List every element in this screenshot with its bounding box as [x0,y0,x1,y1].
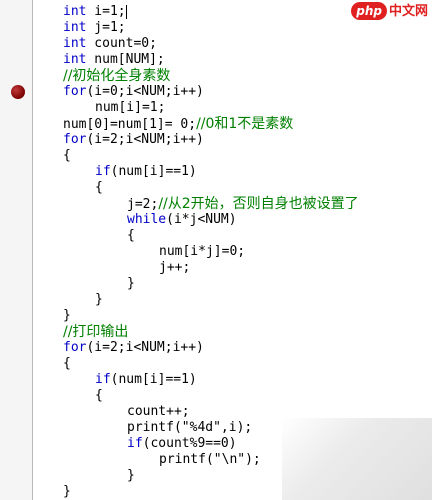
code-text: } [63,484,71,499]
code-line-30: } [127,468,135,484]
code-line-11: if(num[i]==1) [95,164,197,180]
code-line-14: while(i*j<NUM) [127,212,237,228]
keyword: int [63,36,87,51]
code-text: { [63,356,71,371]
watermark-blur [282,418,432,500]
code-text: (count%9==0) [142,436,237,451]
code-text: j=1; [86,20,126,35]
code-line-10: { [63,148,71,164]
code-text: num[i]=1; [95,100,166,115]
code-comment: //初始化全身素数 [63,68,171,84]
code-text: j++; [159,260,191,275]
code-text: count++; [127,404,190,419]
code-line-23: { [63,356,71,372]
code-text: (i*j<NUM) [166,212,237,227]
code-line-6: for(i=0;i<NUM;i++) [63,84,204,100]
code-text: num[i*j]=0; [159,244,246,259]
code-comment: //打印输出 [63,324,129,340]
code-line-24: if(num[i]==1) [95,372,197,388]
code-text: (i=2;i<NUM;i++) [86,340,204,355]
code-text: (i=0;i<NUM;i++) [86,84,204,99]
php-logo: php [351,2,387,20]
code-text: count=0; [86,36,157,51]
code-text: { [127,228,135,243]
code-line-29: printf("\n"); [159,452,261,468]
code-text: (i=2;i<NUM;i++) [86,132,204,147]
code-line-4: int num[NUM]; [63,52,165,68]
code-line-12: { [95,180,103,196]
code-line-20: } [63,308,71,324]
keyword: while [127,212,167,227]
code-text: num[NUM]; [86,52,165,67]
code-line-17: j++; [159,260,190,276]
code-line-3: int count=0; [63,36,157,52]
code-text: (num[i]==1) [110,372,197,387]
code-line-16: num[i*j]=0; [159,244,245,260]
code-text: { [95,388,103,403]
code-line-2: int j=1; [63,20,126,36]
watermark-text: 中文网 [388,4,428,19]
code-line-5: //初始化全身素数 [63,68,170,84]
code-line-13: j=2;//从2开始，否则自身也被设置了 [127,196,359,212]
code-text: } [127,276,135,291]
keyword: for [63,84,87,99]
code-line-26: count++; [127,404,190,420]
code-text: printf("%4d",i); [127,420,253,435]
code-text: } [127,468,135,483]
code-text: num[0]=num[1]= 0; [63,117,197,132]
keyword: int [63,20,87,35]
code-line-1: int i=1; [63,4,127,20]
code-text: (num[i]==1) [110,164,197,179]
keyword: if [127,436,143,451]
code-line-15: { [127,228,135,244]
code-line-31: } [63,484,71,500]
code-line-22: for(i=2;i<NUM;i++) [63,340,204,356]
code-line-7: num[i]=1; [95,100,165,116]
code-text: } [95,292,103,307]
code-line-25: { [95,388,103,404]
code-text: i=1; [86,4,126,19]
text-cursor [125,4,127,19]
code-line-19: } [95,292,103,308]
code-comment: //0和1不是素数 [196,116,294,132]
code-line-18: } [127,276,135,292]
code-line-8: num[0]=num[1]= 0;//0和1不是素数 [63,116,293,132]
keyword: int [63,4,87,19]
code-comment: //从2开始，否则自身也被设置了 [158,196,359,212]
site-watermark: php 中文网 [351,2,428,20]
code-line-27: printf("%4d",i); [127,420,252,436]
code-text: j=2; [127,197,159,212]
keyword: int [63,52,87,67]
code-text: { [63,148,71,163]
keyword: if [95,372,111,387]
code-text: printf("\n"); [159,452,261,467]
code-line-21: //打印输出 [63,324,128,340]
code-text: { [95,180,103,195]
keyword: if [95,164,111,179]
keyword: for [63,340,87,355]
code-text: } [63,308,71,323]
code-line-28: if(count%9==0) [127,436,237,452]
code-line-9: for(i=2;i<NUM;i++) [63,132,204,148]
keyword: for [63,132,87,147]
